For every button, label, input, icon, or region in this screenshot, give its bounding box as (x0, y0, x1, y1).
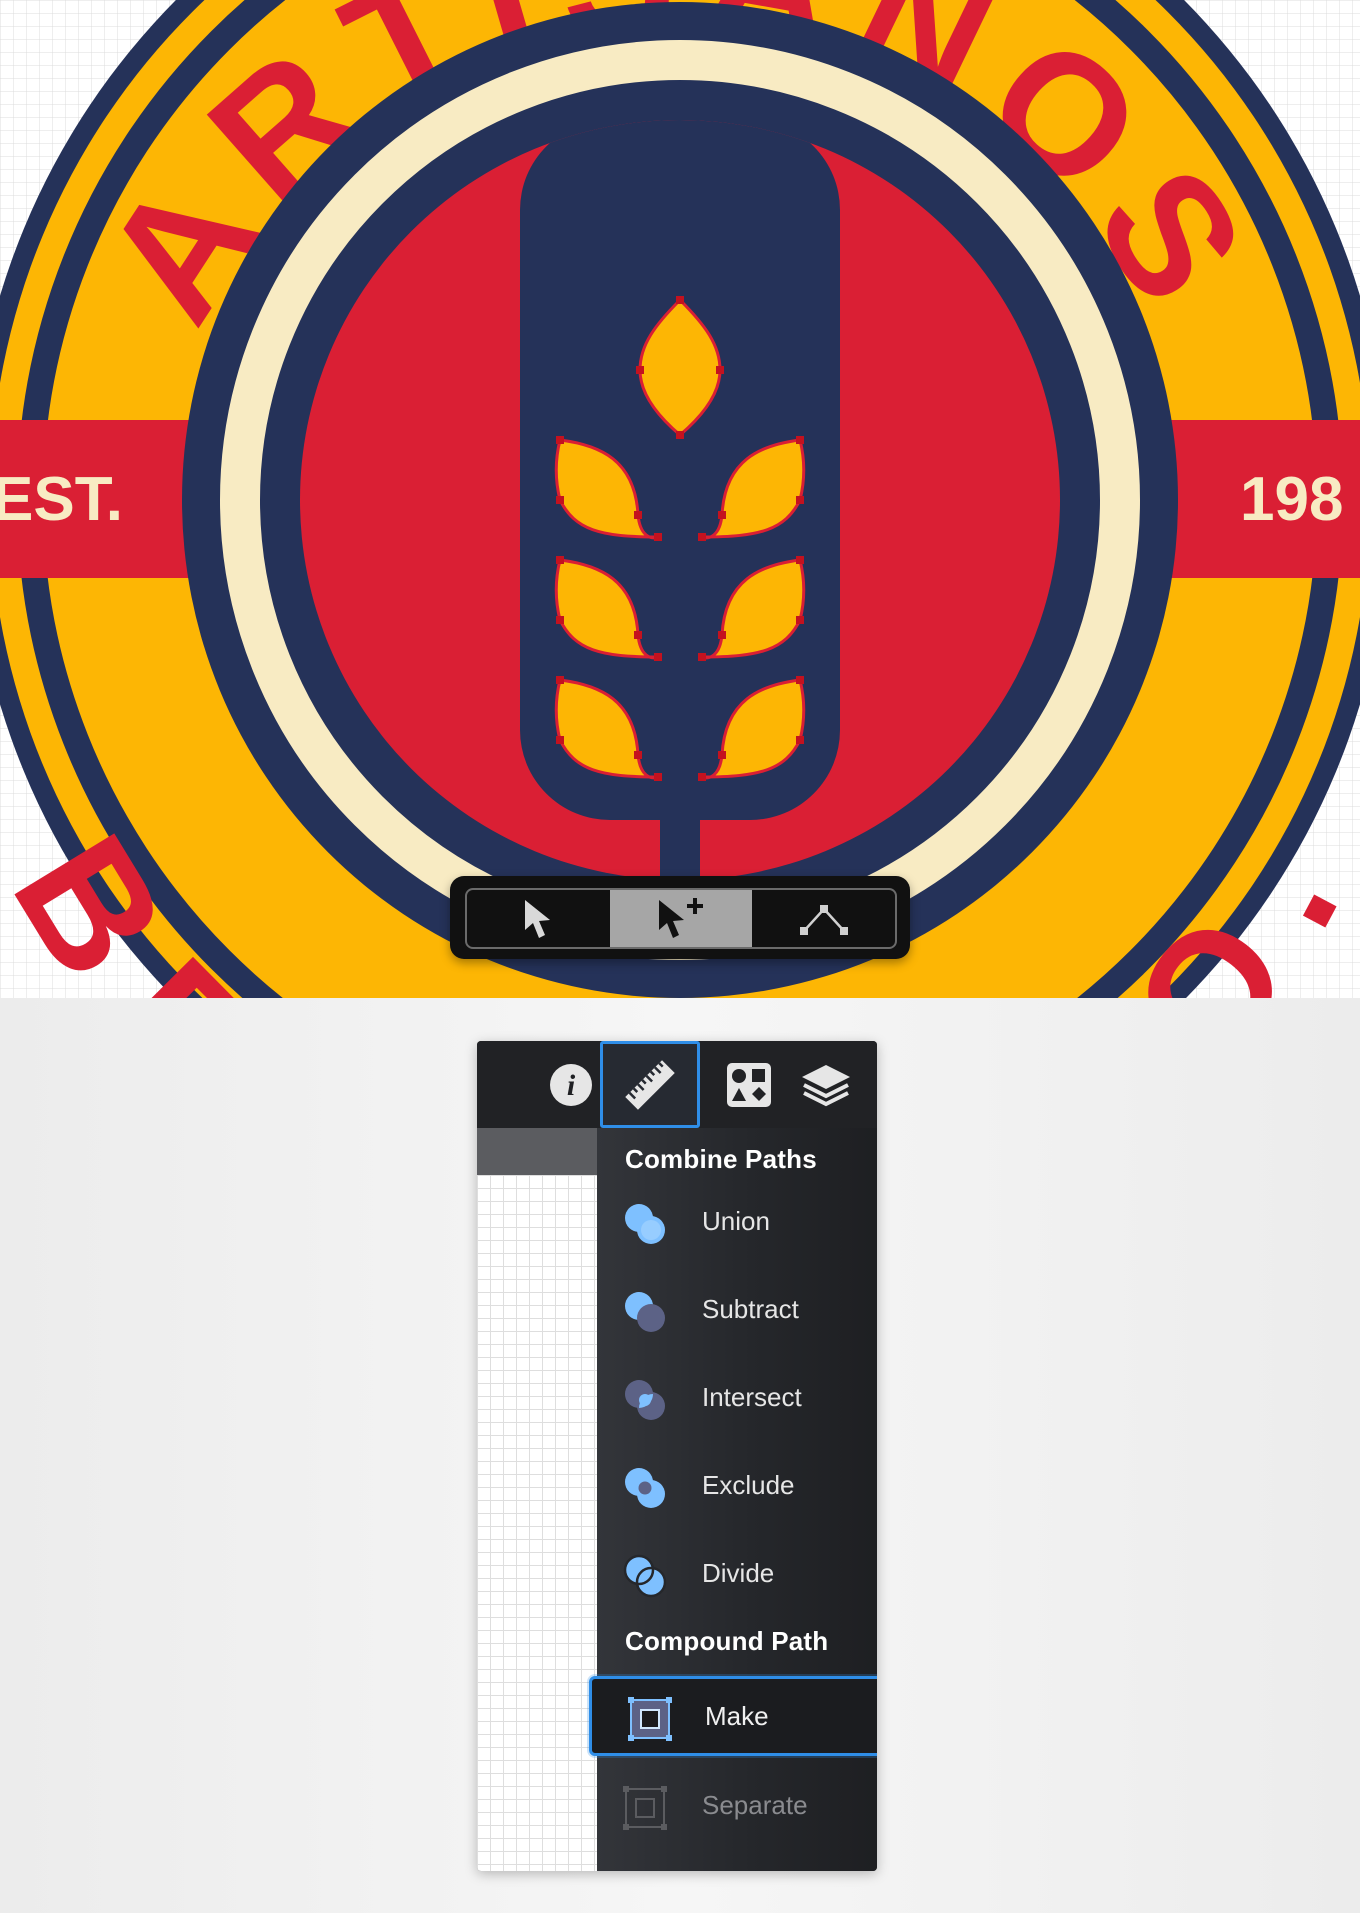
layers-icon (802, 1064, 850, 1106)
exclude-button[interactable]: Exclude (597, 1442, 877, 1530)
panel-tab-bar: i (477, 1041, 877, 1128)
selection-toolbar (450, 876, 910, 959)
subtract-label: Subtract (702, 1294, 799, 1324)
canvas-edge-bar (477, 1128, 597, 1175)
node-tool-button[interactable] (752, 890, 895, 947)
arrow-pointer-icon (525, 899, 551, 938)
separate-compound-button[interactable]: Separate (597, 1762, 877, 1850)
compound-separate-icon (623, 1786, 667, 1830)
design-canvas[interactable]: ARTISANOS BREWING CO. EST. 198 (0, 0, 1360, 998)
toolbar-segment (465, 888, 897, 949)
intersect-icon (625, 1380, 665, 1420)
divide-button[interactable]: Divide (597, 1530, 877, 1618)
est-label: EST. (0, 465, 123, 534)
union-label: Union (702, 1206, 770, 1236)
add-select-tool-button[interactable] (609, 890, 753, 947)
divide-icon (623, 1554, 667, 1598)
make-label: Make (705, 1701, 769, 1731)
tab-info[interactable]: i (539, 1041, 603, 1128)
canvas-edge-grid (477, 1175, 597, 1871)
path-operations-menu: Combine Paths Union Subtract Intersect E… (589, 1128, 877, 1871)
intersect-button[interactable]: Intersect (597, 1354, 877, 1442)
subtract-icon (625, 1292, 665, 1332)
ruler-icon (625, 1059, 675, 1110)
tab-layers[interactable] (791, 1041, 861, 1128)
node-path-icon (799, 904, 848, 935)
exclude-icon (625, 1468, 665, 1508)
inspector-panel: i Combine Paths Union Subtract Intersect… (477, 1041, 877, 1871)
arrow-pointer-plus-icon (659, 897, 703, 938)
compound-make-icon (628, 1697, 672, 1741)
tab-shapes[interactable] (717, 1041, 781, 1128)
select-tool-button[interactable] (467, 890, 610, 947)
info-icon: i (550, 1063, 592, 1106)
svg-text:i: i (567, 1069, 576, 1102)
separate-label: Separate (702, 1790, 808, 1820)
combine-paths-title: Combine Paths (625, 1144, 817, 1174)
make-compound-button[interactable]: Make (589, 1676, 877, 1756)
compound-path-title: Compound Path (625, 1626, 829, 1656)
badge-artwork[interactable]: ARTISANOS BREWING CO. EST. 198 (0, 0, 1360, 998)
union-button[interactable]: Union (597, 1178, 877, 1266)
exclude-label: Exclude (702, 1470, 795, 1500)
intersect-label: Intersect (702, 1382, 802, 1412)
divide-label: Divide (702, 1558, 775, 1588)
union-icon (625, 1204, 665, 1244)
shapes-icon (727, 1062, 771, 1107)
tab-ruler[interactable] (600, 1041, 700, 1128)
year-label: 198 (1240, 465, 1343, 534)
subtract-button[interactable]: Subtract (597, 1266, 877, 1354)
